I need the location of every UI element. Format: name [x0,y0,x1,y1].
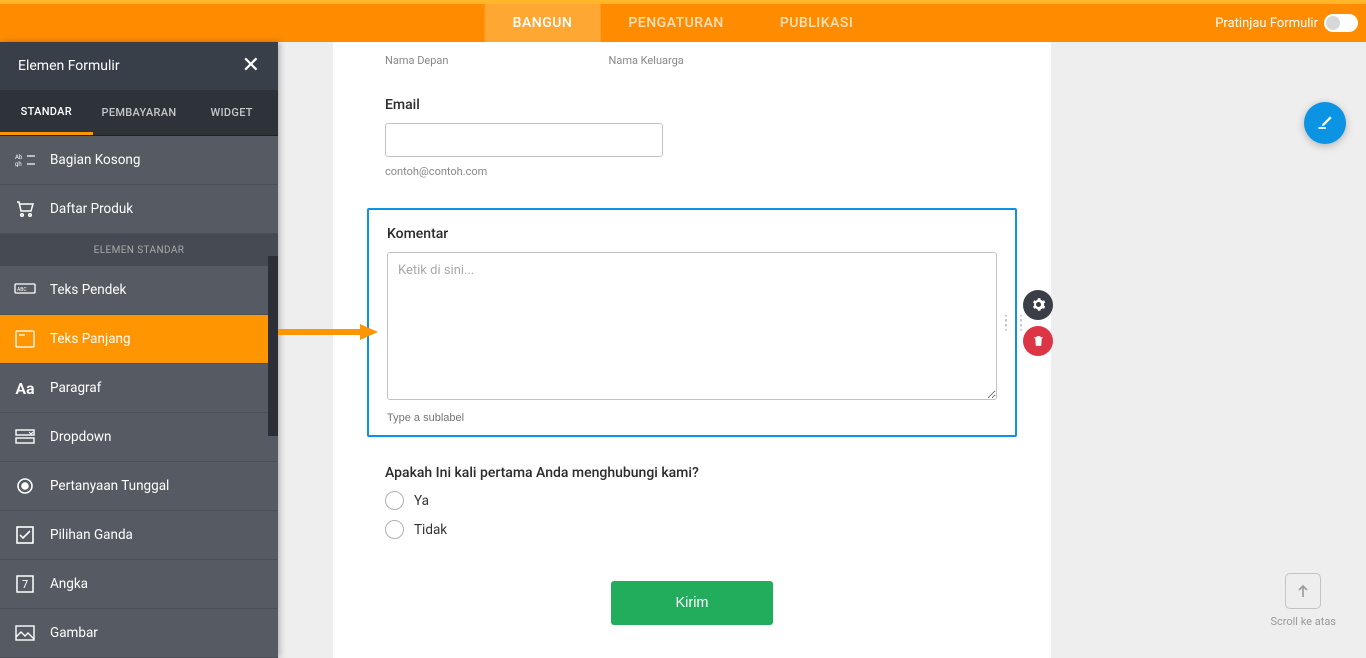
radio-label: Tidak [414,522,447,538]
element-label: Pertanyaan Tunggal [50,478,169,494]
form-card: Nama Depan Nama Keluarga Email contoh@co… [333,42,1051,658]
submit-button[interactable]: Kirim [611,581,773,625]
field-delete-button[interactable] [1023,326,1053,356]
element-multiple-choice[interactable]: Pilihan Ganda [0,511,278,560]
email-label: Email [385,97,999,113]
radio-circle-icon[interactable] [385,491,404,510]
image-icon [0,625,50,641]
tab-publish[interactable]: PUBLIKASI [752,4,882,42]
paragraph-icon: Aa [0,379,50,398]
dropdown-icon [0,429,50,445]
comment-textarea[interactable] [387,252,997,400]
close-icon[interactable]: ✕ [242,55,260,77]
section-icon: Abgh [0,153,50,167]
radio-icon [0,476,50,496]
radio-option-no[interactable]: Tidak [385,520,999,539]
svg-text:ABC: ABC [17,287,27,293]
sidebar-title: Elemen Formulir [18,58,120,74]
element-label: Gambar [50,625,98,641]
arrow-up-icon [1285,573,1321,609]
element-label: Dropdown [50,429,112,445]
sublabel-last-name: Nama Keluarga [608,54,683,67]
builder-tabs: BANGUN PENGATURAN PUBLIKASI [485,4,882,42]
cart-icon [0,200,50,218]
scroll-top-label: Scroll ke atas [1270,615,1336,628]
element-product-list[interactable]: Daftar Produk [0,185,278,234]
sidebar-scrollbar[interactable] [268,256,278,436]
element-label: Bagian Kosong [50,152,140,168]
svg-text:7: 7 [22,578,28,591]
element-number[interactable]: 7 Angka [0,560,278,609]
field-settings-button[interactable] [1023,290,1053,320]
element-short-text[interactable]: ABC Teks Pendek [0,266,278,315]
question-field-block[interactable]: Apakah Ini kali pertama Anda menghubungi… [333,465,1051,539]
sublabel-input[interactable] [387,412,997,424]
svg-text:Ab: Ab [15,154,23,161]
preview-toggle[interactable] [1324,14,1358,32]
element-label: Pilihan Ganda [50,527,133,543]
element-single-choice[interactable]: Pertanyaan Tunggal [0,462,278,511]
element-label: Angka [50,576,88,592]
comment-label: Komentar [387,226,997,242]
email-hint: contoh@contoh.com [385,165,999,178]
element-empty-section[interactable]: Abgh Bagian Kosong [0,136,278,185]
scroll-to-top[interactable]: Scroll ke atas [1270,573,1336,628]
element-label: Teks Pendek [50,282,126,298]
preview-label: Pratinjau Formulir [1215,16,1318,31]
element-paragraph[interactable]: Aa Paragraf [0,364,278,413]
element-dropdown[interactable]: Dropdown [0,413,278,462]
radio-option-yes[interactable]: Ya [385,491,999,510]
tab-build[interactable]: BANGUN [485,4,601,42]
question-label: Apakah Ini kali pertama Anda menghubungi… [385,465,999,481]
element-label: Daftar Produk [50,201,133,217]
checkbox-icon [0,526,50,544]
email-field-block[interactable]: Email contoh@contoh.com [333,97,1051,178]
tab-settings[interactable]: PENGATURAN [600,4,751,42]
sidebar-section-header: ELEMEN STANDAR [0,234,278,266]
element-image[interactable]: Gambar [0,609,278,658]
radio-circle-icon[interactable] [385,520,404,539]
sidebar-tab-payment[interactable]: PEMBAYARAN [93,90,186,135]
short-text-icon: ABC [0,283,50,297]
sublabel-first-name: Nama Depan [385,54,448,67]
designer-fab[interactable] [1304,102,1346,144]
comment-field-selected[interactable]: Komentar ⋮⋮⋮⋮ [367,208,1017,437]
preview-switch-area: Pratinjau Formulir [1215,14,1366,32]
field-tools [1023,290,1053,356]
element-label: Teks Panjang [50,331,131,347]
number-icon: 7 [0,575,50,593]
top-bar: BANGUN PENGATURAN PUBLIKASI Pratinjau Fo… [0,4,1366,42]
elements-sidebar: Elemen Formulir ✕ STANDAR PEMBAYARAN WID… [0,42,278,658]
sidebar-tab-standard[interactable]: STANDAR [0,90,93,135]
sidebar-list: Abgh Bagian Kosong Daftar Produk ELEMEN … [0,136,278,658]
sidebar-tabs: STANDAR PEMBAYARAN WIDGET [0,90,278,136]
long-text-icon [0,330,50,348]
radio-label: Ya [414,493,429,509]
form-canvas: Nama Depan Nama Keluarga Email contoh@co… [278,42,1366,658]
element-label: Paragraf [50,380,101,396]
sidebar-tab-widget[interactable]: WIDGET [185,90,278,135]
sidebar-header: Elemen Formulir ✕ [0,42,278,90]
svg-text:gh: gh [15,161,22,167]
element-long-text[interactable]: Teks Panjang [0,315,278,364]
email-input[interactable] [385,123,663,157]
